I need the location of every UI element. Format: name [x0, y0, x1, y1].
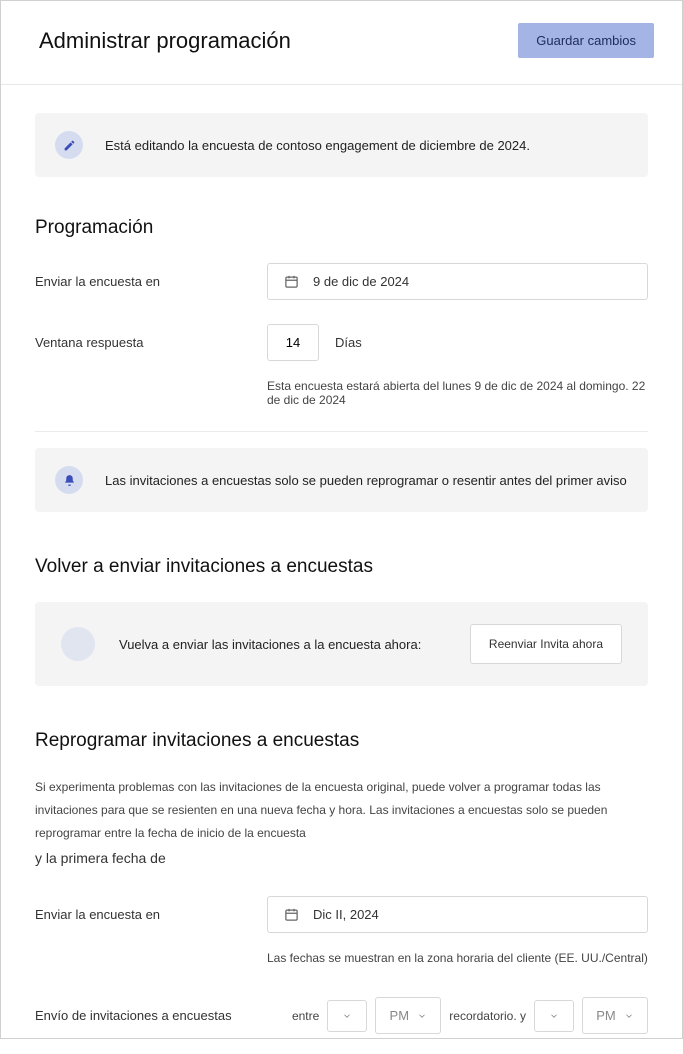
send-survey-label: Enviar la encuesta en [35, 274, 267, 289]
chevron-down-icon [549, 1011, 559, 1021]
bell-icon [55, 466, 83, 494]
time-from-ampm-select[interactable]: PM [375, 997, 441, 1034]
invite-send-time-label: Envío de invitaciones a encuestas [35, 1008, 232, 1023]
reschedule-date-input[interactable]: Dic II, 2024 [267, 896, 648, 933]
calendar-icon [284, 274, 299, 289]
invite-banner-text: Las invitaciones a encuestas solo se pue… [105, 473, 627, 488]
reschedule-description: Si experimenta problemas con las invitac… [35, 776, 648, 844]
reschedule-description-last: y la primera fecha de [35, 850, 648, 866]
response-window-input[interactable] [267, 324, 319, 361]
resend-panel: Vuelva a enviar las invitaciones a la en… [35, 602, 648, 686]
reschedule-date-value: Dic II, 2024 [313, 907, 379, 922]
resend-invites-button[interactable]: Reenviar Invita ahora [470, 624, 622, 664]
pencil-icon [55, 131, 83, 159]
time-to-hour-select[interactable] [534, 1000, 574, 1032]
time-from-hour-select[interactable] [327, 1000, 367, 1032]
resend-panel-text: Vuelva a enviar las invitaciones a la en… [119, 637, 446, 652]
response-window-helper: Esta encuesta estará abierta del lunes 9… [267, 379, 648, 407]
and-word: recordatorio. y [449, 1009, 526, 1023]
chevron-down-icon [342, 1011, 352, 1021]
response-window-unit: Días [335, 335, 362, 350]
chevron-down-icon [624, 1011, 634, 1021]
resend-panel-icon [61, 627, 95, 661]
chevron-down-icon [417, 1011, 427, 1021]
schedule-section-title: Programación [35, 217, 648, 239]
resend-section-title: Volver a enviar invitaciones a encuestas [35, 556, 648, 578]
page-title: Administrar programación [39, 28, 291, 54]
save-changes-button[interactable]: Guardar cambios [518, 23, 654, 58]
reschedule-send-label: Enviar la encuesta en [35, 907, 267, 922]
send-survey-date-value: 9 de dic de 2024 [313, 274, 409, 289]
reschedule-section-title: Reprogramar invitaciones a encuestas [35, 730, 648, 752]
between-word: entre [292, 1009, 319, 1023]
response-window-label: Ventana respuesta [35, 335, 267, 350]
editing-info-banner: Está editando la encuesta de contoso eng… [35, 113, 648, 177]
invite-info-banner: Las invitaciones a encuestas solo se pue… [35, 448, 648, 512]
send-survey-date-input[interactable]: 9 de dic de 2024 [267, 263, 648, 300]
calendar-icon [284, 907, 299, 922]
timezone-helper: Las fechas se muestran en la zona horari… [267, 951, 648, 965]
divider [35, 431, 648, 432]
time-to-ampm-select[interactable]: PM [582, 997, 648, 1034]
editing-banner-text: Está editando la encuesta de contoso eng… [105, 138, 530, 153]
